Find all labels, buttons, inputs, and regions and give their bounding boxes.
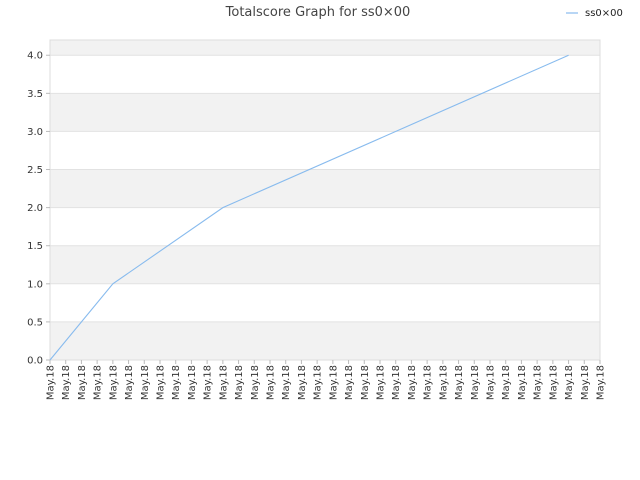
x-tick-label: May.18	[344, 365, 355, 400]
grid-band	[50, 169, 600, 208]
x-tick-label: May.18	[470, 365, 481, 400]
x-tick-label: May.18	[108, 365, 119, 400]
grid-band	[50, 55, 600, 94]
x-tick-label: May.18	[297, 365, 308, 400]
grid-band	[50, 93, 600, 132]
grid-band	[50, 131, 600, 170]
x-tick-label: May.18	[313, 365, 324, 400]
x-tick-label: May.18	[360, 365, 371, 400]
y-tick-label: 2.5	[27, 165, 43, 176]
x-tick-label: May.18	[156, 365, 167, 400]
x-tick-label: May.18	[454, 365, 465, 400]
legend[interactable]: ss0×00	[566, 8, 623, 19]
x-tick-label: May.18	[501, 365, 512, 400]
x-tick-label: May.18	[93, 365, 104, 400]
x-tick-label: May.18	[533, 365, 544, 400]
x-tick-label: May.18	[407, 365, 418, 400]
x-tick-label: May.18	[596, 365, 607, 400]
grid-band	[50, 245, 600, 284]
y-tick-label: 3.0	[27, 127, 43, 138]
x-axis: May.18 May.18 May.18 May.18 May.18 May.18 May.…	[46, 360, 607, 400]
y-tick-label: 2.0	[27, 203, 43, 214]
x-tick-label: May.18	[438, 365, 449, 400]
x-tick-label: May.18	[517, 365, 528, 400]
x-tick-label: May.18	[140, 365, 151, 400]
x-tick-label: May.18	[391, 365, 402, 400]
x-tick-label: May.18	[250, 365, 261, 400]
x-tick-label: May.18	[376, 365, 387, 400]
y-axis: 0.0 0.5 1.0 1.5 2.0 2.5 3.0 3.5 4.0	[27, 51, 50, 367]
x-tick-label: May.18	[171, 365, 182, 400]
x-tick-label: May.18	[77, 365, 88, 400]
x-tick-label: May.18	[187, 365, 198, 400]
y-tick-label: 1.5	[27, 241, 43, 252]
x-tick-label: May.18	[328, 365, 339, 400]
y-tick-label: 0.5	[27, 317, 43, 328]
grid-band	[50, 207, 600, 246]
grid-band	[50, 40, 600, 56]
x-tick-label: May.18	[423, 365, 434, 400]
x-tick-label: May.18	[266, 365, 277, 400]
score-chart: 0.00.51.01.52.02.53.03.54.0 May.18 May.18…	[27, 5, 623, 400]
x-tick-label: May.18	[486, 365, 497, 400]
x-tick-label: May.18	[46, 365, 57, 400]
y-tick-label: 4.0	[27, 51, 43, 62]
grid-bands	[50, 40, 600, 360]
x-tick-label: May.18	[124, 365, 135, 400]
x-tick-label: May.18	[580, 365, 591, 400]
legend-label: ss0×00	[585, 8, 623, 19]
x-tick-label: May.18	[234, 365, 245, 400]
y-tick-label: 3.5	[27, 89, 43, 100]
x-tick-label: May.18	[564, 365, 575, 400]
x-tick-label: May.18	[61, 365, 72, 400]
x-tick-label: May.18	[548, 365, 559, 400]
y-tick-label: 0.0	[27, 356, 43, 367]
chart-title: Totalscore Graph for ss0×00	[225, 5, 411, 20]
grid-band	[50, 321, 600, 360]
x-tick-label: May.18	[218, 365, 229, 400]
grid-band	[50, 283, 600, 322]
x-tick-label: May.18	[281, 365, 292, 400]
y-tick-label: 1.0	[27, 279, 43, 290]
x-tick-label: May.18	[203, 365, 214, 400]
